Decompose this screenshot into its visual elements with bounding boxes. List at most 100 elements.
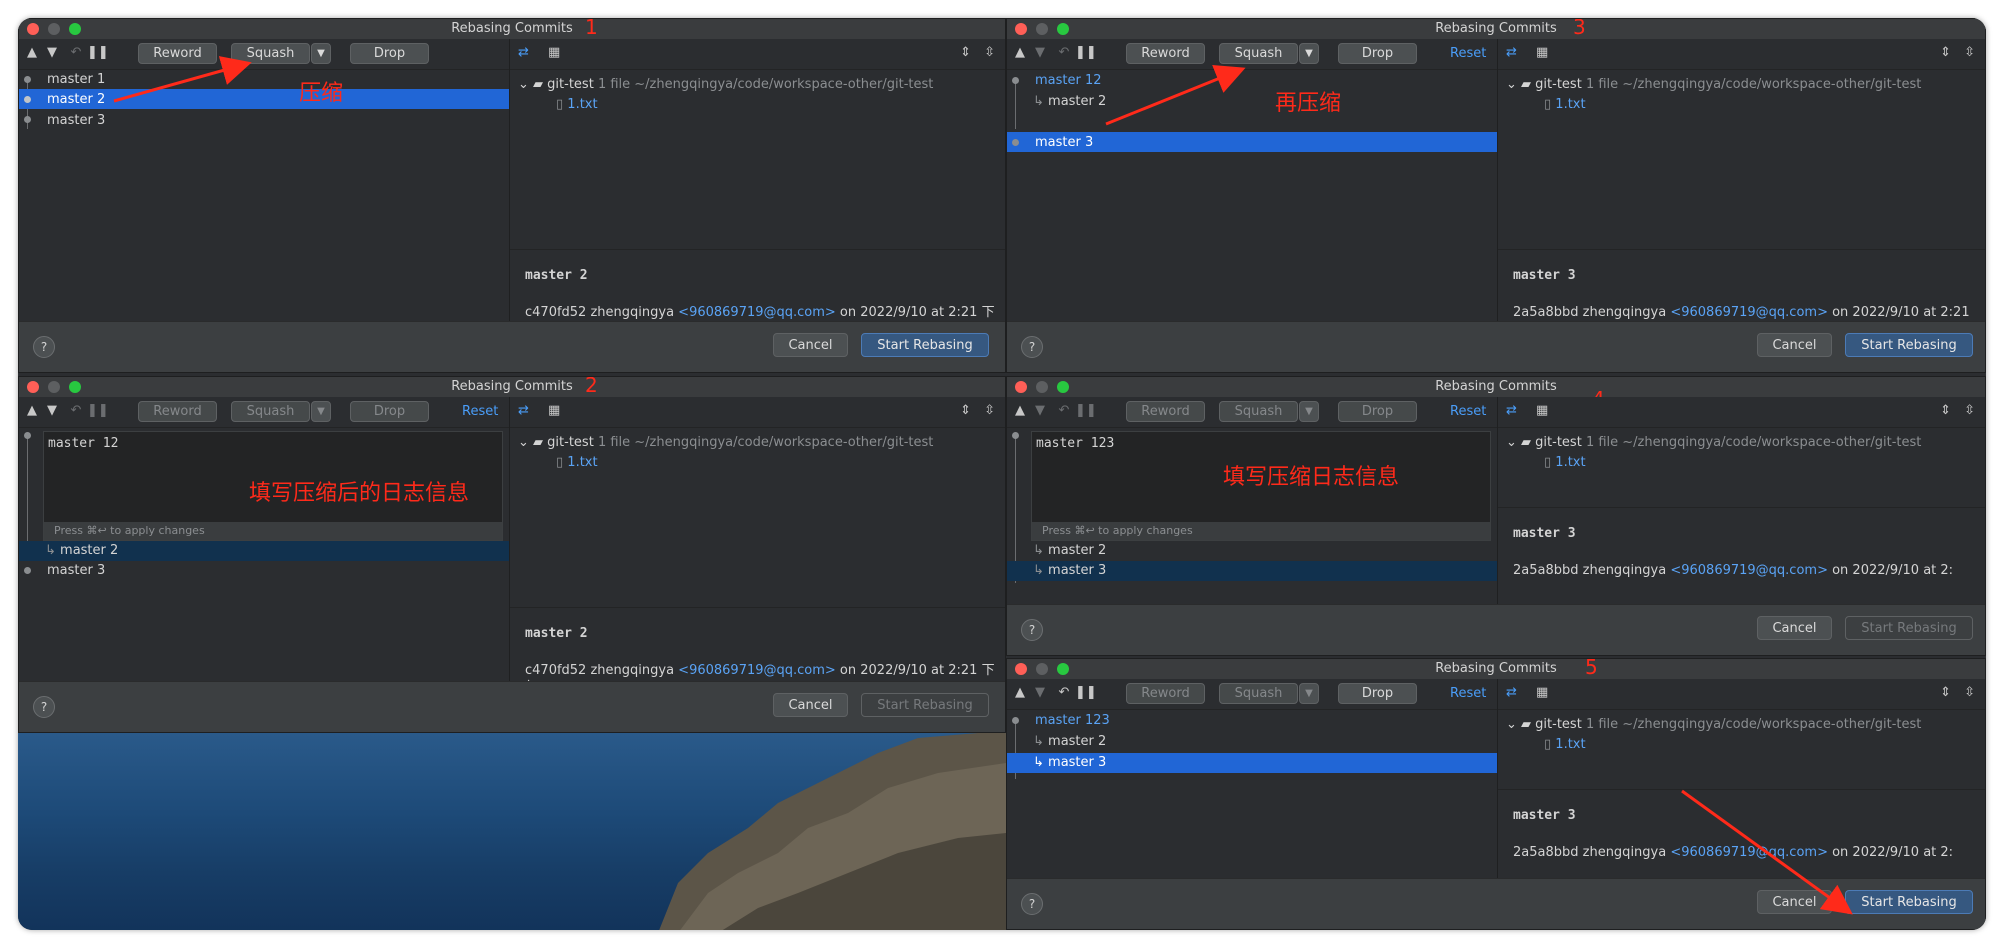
- repo-node[interactable]: ⌄ ▰ git-test 1 file ~/zhengqingya/code/w…: [1506, 77, 1921, 92]
- move-down-icon[interactable]: ▼: [1031, 45, 1049, 60]
- file-node[interactable]: ▯ 1.txt: [556, 455, 598, 470]
- undo-icon[interactable]: ↶: [67, 403, 85, 418]
- help-button[interactable]: ?: [1021, 619, 1043, 641]
- expand-all-icon[interactable]: ⇕: [1940, 403, 1951, 418]
- collapse-all-icon[interactable]: ⇳: [984, 403, 995, 418]
- commit-message-text[interactable]: master 123: [1036, 436, 1114, 451]
- diff-icon[interactable]: ⇄: [1506, 403, 1517, 418]
- repo-node[interactable]: ⌄ ▰ git-test 1 file ~/zhengqingya/code/w…: [1506, 717, 1921, 732]
- pause-icon[interactable]: ❚❚: [1075, 45, 1097, 60]
- drop-button[interactable]: Drop: [350, 43, 429, 64]
- pause-icon[interactable]: ❚❚: [87, 403, 109, 418]
- undo-icon[interactable]: ↶: [1055, 403, 1073, 418]
- group-by-icon[interactable]: ▦: [1536, 685, 1548, 700]
- start-rebasing-button[interactable]: Start Rebasing: [861, 693, 989, 717]
- expand-all-icon[interactable]: ⇕: [1940, 45, 1951, 60]
- move-up-icon[interactable]: ▲: [23, 403, 41, 418]
- reset-link[interactable]: Reset: [1450, 686, 1486, 701]
- commit-item[interactable]: master 3: [1035, 135, 1093, 150]
- file-node[interactable]: ▯ 1.txt: [1544, 455, 1586, 470]
- diff-icon[interactable]: ⇄: [518, 403, 529, 418]
- cancel-button[interactable]: Cancel: [773, 693, 848, 717]
- diff-icon[interactable]: ⇄: [1506, 45, 1517, 60]
- commit-item[interactable]: ↳ master 3: [1033, 563, 1106, 578]
- reword-button[interactable]: Reword: [138, 401, 217, 422]
- help-button[interactable]: ?: [1021, 336, 1043, 358]
- expand-all-icon[interactable]: ⇕: [1940, 685, 1951, 700]
- diff-icon[interactable]: ⇄: [1506, 685, 1517, 700]
- squash-button[interactable]: Squash: [231, 43, 310, 64]
- reword-button[interactable]: Reword: [1126, 401, 1205, 422]
- commit-item[interactable]: master 123: [1035, 713, 1110, 728]
- file-node[interactable]: ▯ 1.txt: [556, 97, 598, 112]
- squash-dropdown-icon[interactable]: ▼: [1299, 401, 1319, 422]
- move-down-icon[interactable]: ▼: [1031, 403, 1049, 418]
- squash-button[interactable]: Squash: [231, 401, 310, 422]
- help-button[interactable]: ?: [33, 696, 55, 718]
- detail-email[interactable]: <960869719@qq.com>: [1670, 563, 1828, 578]
- reword-button[interactable]: Reword: [138, 43, 217, 64]
- move-down-icon[interactable]: ▼: [43, 45, 61, 60]
- pause-icon[interactable]: ❚❚: [1075, 403, 1097, 418]
- squash-dropdown-icon[interactable]: ▼: [1299, 683, 1319, 704]
- repo-node[interactable]: ⌄ ▰ git-test 1 file ~/zhengqingya/code/w…: [518, 77, 933, 92]
- move-up-icon[interactable]: ▲: [23, 45, 41, 60]
- help-button[interactable]: ?: [33, 336, 55, 358]
- drop-button[interactable]: Drop: [1338, 43, 1417, 64]
- squash-button[interactable]: Squash: [1219, 401, 1298, 422]
- repo-node[interactable]: ⌄ ▰ git-test 1 file ~/zhengqingya/code/w…: [518, 435, 933, 450]
- drop-button[interactable]: Drop: [1338, 683, 1417, 704]
- squash-button[interactable]: Squash: [1219, 683, 1298, 704]
- undo-icon[interactable]: ↶: [67, 45, 85, 60]
- move-up-icon[interactable]: ▲: [1011, 685, 1029, 700]
- undo-icon[interactable]: ↶: [1055, 45, 1073, 60]
- undo-icon[interactable]: ↶: [1055, 685, 1073, 700]
- reset-link[interactable]: Reset: [1450, 404, 1486, 419]
- reword-button[interactable]: Reword: [1126, 43, 1205, 64]
- reset-link[interactable]: Reset: [462, 404, 498, 419]
- expand-all-icon[interactable]: ⇕: [960, 403, 971, 418]
- move-up-icon[interactable]: ▲: [1011, 45, 1029, 60]
- commit-message-text[interactable]: master 12: [48, 436, 118, 451]
- file-node[interactable]: ▯ 1.txt: [1544, 97, 1586, 112]
- help-button[interactable]: ?: [1021, 893, 1043, 915]
- drop-button[interactable]: Drop: [1338, 401, 1417, 422]
- collapse-all-icon[interactable]: ⇳: [1964, 685, 1975, 700]
- squash-dropdown-icon[interactable]: ▼: [311, 401, 331, 422]
- cancel-button[interactable]: Cancel: [1757, 616, 1832, 640]
- detail-email[interactable]: <960869719@qq.com>: [678, 305, 836, 320]
- move-down-icon[interactable]: ▼: [1031, 685, 1049, 700]
- detail-email[interactable]: <960869719@qq.com>: [1670, 305, 1828, 320]
- diff-icon[interactable]: ⇄: [518, 45, 529, 60]
- detail-email[interactable]: <960869719@qq.com>: [678, 663, 836, 678]
- commit-item[interactable]: ↳ master 2: [45, 543, 118, 558]
- commit-item[interactable]: master 3: [47, 563, 105, 578]
- commit-item[interactable]: master 3: [47, 113, 105, 128]
- commit-item[interactable]: ↳ master 2: [1033, 734, 1106, 749]
- squash-button[interactable]: Squash: [1219, 43, 1298, 64]
- collapse-all-icon[interactable]: ⇳: [1964, 403, 1975, 418]
- cancel-button[interactable]: Cancel: [773, 333, 848, 357]
- commit-item[interactable]: ↳ master 2: [1033, 543, 1106, 558]
- start-rebasing-button[interactable]: Start Rebasing: [861, 333, 989, 357]
- commit-item[interactable]: ↳ master 2: [1033, 94, 1106, 109]
- group-by-icon[interactable]: ▦: [1536, 403, 1548, 418]
- group-by-icon[interactable]: ▦: [548, 45, 560, 60]
- pause-icon[interactable]: ❚❚: [87, 45, 109, 60]
- commit-item[interactable]: master 2: [47, 92, 105, 107]
- start-rebasing-button[interactable]: Start Rebasing: [1845, 890, 1973, 914]
- squash-dropdown-icon[interactable]: ▼: [1299, 43, 1319, 64]
- group-by-icon[interactable]: ▦: [1536, 45, 1548, 60]
- collapse-all-icon[interactable]: ⇳: [984, 45, 995, 60]
- move-down-icon[interactable]: ▼: [43, 403, 61, 418]
- start-rebasing-button[interactable]: Start Rebasing: [1845, 616, 1973, 640]
- cancel-button[interactable]: Cancel: [1757, 333, 1832, 357]
- reword-button[interactable]: Reword: [1126, 683, 1205, 704]
- commit-item[interactable]: master 1: [47, 72, 105, 87]
- collapse-all-icon[interactable]: ⇳: [1964, 45, 1975, 60]
- move-up-icon[interactable]: ▲: [1011, 403, 1029, 418]
- repo-node[interactable]: ⌄ ▰ git-test 1 file ~/zhengqingya/code/w…: [1506, 435, 1921, 450]
- expand-all-icon[interactable]: ⇕: [960, 45, 971, 60]
- reset-link[interactable]: Reset: [1450, 46, 1486, 61]
- file-node[interactable]: ▯ 1.txt: [1544, 737, 1586, 752]
